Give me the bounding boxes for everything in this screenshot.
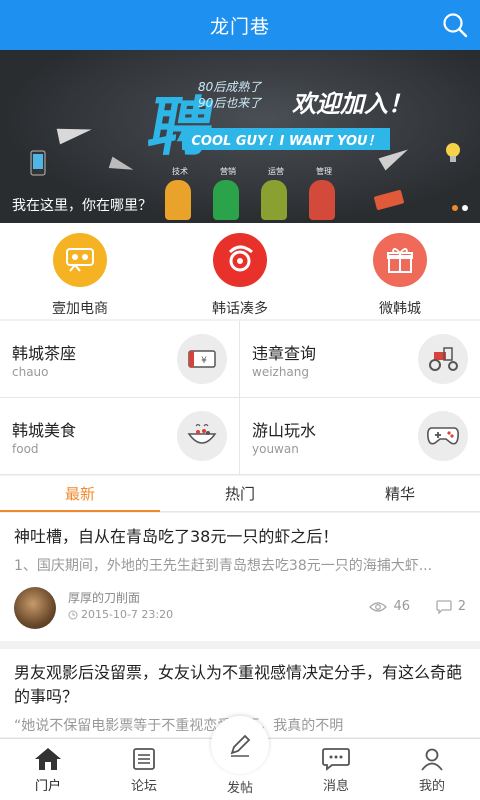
banner-role: 运营	[268, 167, 284, 176]
category-shortcuts: 壹加电商 韩话凑多 微韩城	[0, 223, 480, 319]
home-icon	[35, 748, 61, 770]
new-post-button[interactable]	[211, 716, 269, 774]
post-title: 男友观影后没留票，女友认为不重视感情决定分手，有这么奇葩的事吗？	[14, 663, 463, 706]
service-name: 违章查询	[252, 344, 317, 363]
post-excerpt: 1、国庆期间，外地的王先生赶到青岛想去吃38元一只的海捕大虾...	[14, 558, 433, 574]
page-title: 龙门巷	[209, 15, 270, 38]
service-name: 韩城美食	[12, 421, 77, 440]
service-violation-query[interactable]: 违章查询 weizhang	[240, 321, 480, 398]
banner-welcome: 欢迎加入！	[292, 90, 412, 118]
pen-icon	[230, 734, 251, 757]
user-icon	[421, 748, 443, 771]
post-feed: 神吐槽，自从在青岛吃了38元一只的虾之后！ 1、国庆期间，外地的王先生赶到青岛想…	[0, 513, 480, 738]
nav-mine[interactable]: 我的	[384, 739, 480, 800]
lightbulb-icon	[446, 143, 460, 162]
service-name: 游山玩水	[252, 421, 317, 440]
service-subtitle: youwan	[252, 442, 299, 456]
banner-line-1: 80后成熟了	[198, 80, 262, 94]
banner-slogan: COOL GUY！I WANT YOU！	[182, 128, 390, 150]
carousel-dot-active	[452, 205, 458, 211]
tab-hot[interactable]: 热门	[160, 476, 320, 511]
service-subtitle: chauo	[12, 365, 49, 379]
svg-text:¥: ¥	[201, 356, 207, 366]
eye-icon	[369, 601, 388, 612]
clock-icon	[68, 610, 78, 619]
tab-featured[interactable]: 精华	[320, 476, 480, 511]
nav-label: 门户	[34, 779, 61, 794]
banner-line-2: 90后也来了	[198, 96, 262, 110]
banner-figure	[261, 180, 287, 220]
nav-portal[interactable]: 门户	[0, 739, 96, 800]
gift-icon	[373, 233, 427, 287]
nav-label: 消息	[322, 779, 349, 794]
category-label: 壹加电商	[52, 301, 108, 317]
service-hancheng-food[interactable]: 韩城美食 food	[0, 398, 240, 475]
service-subtitle: weizhang	[252, 365, 310, 379]
food-bowl-icon	[177, 411, 227, 461]
banner-caption: 我在这里，你在哪里？	[12, 198, 152, 214]
banner-carousel[interactable]: 聘 80后成熟了 90后也来了 欢迎加入！ COOL GUY！I WANT YO…	[0, 50, 480, 223]
category-wei-hancheng[interactable]: 微韩城	[320, 223, 480, 319]
post-author[interactable]: 厚厚的刀削面	[68, 589, 140, 606]
post-meta: 厚厚的刀削面 2015-10-7 23:20 46 2	[0, 577, 480, 641]
service-subtitle: food	[12, 442, 39, 456]
comment-icon	[436, 599, 452, 614]
banner-figure	[309, 180, 335, 220]
nav-label: 我的	[418, 779, 445, 794]
forum-icon	[133, 748, 155, 770]
nav-messages[interactable]: 消息	[288, 739, 384, 800]
banner-role: 营销	[220, 167, 236, 176]
post-time-text: 2015-10-7 23:20	[81, 608, 174, 621]
post-comments[interactable]: 2	[436, 599, 466, 614]
app-header: 龙门巷	[0, 0, 480, 50]
post-item[interactable]: 神吐槽，自从在青岛吃了38元一只的虾之后！ 1、国庆期间，外地的王先生赶到青岛想…	[0, 513, 480, 649]
post-views: 46	[369, 599, 410, 614]
chat-people-icon	[53, 233, 107, 287]
carousel-indicator	[452, 205, 468, 211]
category-label: 微韩城	[379, 301, 421, 317]
tab-latest[interactable]: 最新	[0, 476, 160, 512]
nav-forum[interactable]: 论坛	[96, 739, 192, 800]
service-hancheng-teahouse[interactable]: 韩城茶座 chauo ¥	[0, 321, 240, 398]
service-name: 韩城茶座	[12, 344, 77, 363]
category-yijia-ecommerce[interactable]: 壹加电商	[0, 223, 160, 319]
message-icon	[322, 748, 350, 771]
nav-label: 论坛	[130, 779, 157, 794]
banner-role: 技术	[172, 167, 188, 176]
money-card-icon: ¥	[177, 334, 227, 384]
category-label: 韩话凑多	[212, 301, 268, 317]
gamepad-icon	[418, 411, 468, 461]
new-post-label: 发帖	[226, 781, 253, 796]
tractor-icon	[418, 334, 468, 384]
post-comments-count: 2	[457, 599, 466, 614]
post-title: 神吐槽，自从在青岛吃了38元一只的虾之后！	[14, 527, 339, 546]
avatar[interactable]	[14, 587, 56, 629]
post-views-count: 46	[393, 599, 410, 614]
film-icon	[213, 233, 267, 287]
feed-tabs: 最新 热门 精华	[0, 476, 480, 512]
service-mountain-travel[interactable]: 游山玩水 youwan	[240, 398, 480, 475]
category-hanhua-couduo[interactable]: 韩话凑多	[160, 223, 320, 319]
search-icon[interactable]	[442, 12, 468, 38]
phone-icon	[30, 150, 46, 176]
banner-figure	[165, 180, 191, 220]
service-grid: 韩城茶座 chauo ¥ 违章查询 weizhang 韩城美食 food 游山玩…	[0, 321, 480, 475]
post-time: 2015-10-7 23:20	[68, 608, 173, 621]
banner-figure	[213, 180, 239, 220]
banner-role: 管理	[316, 167, 332, 176]
banner-roles: 技术 营销 运营 管理	[168, 166, 336, 177]
carousel-dot	[462, 205, 468, 211]
